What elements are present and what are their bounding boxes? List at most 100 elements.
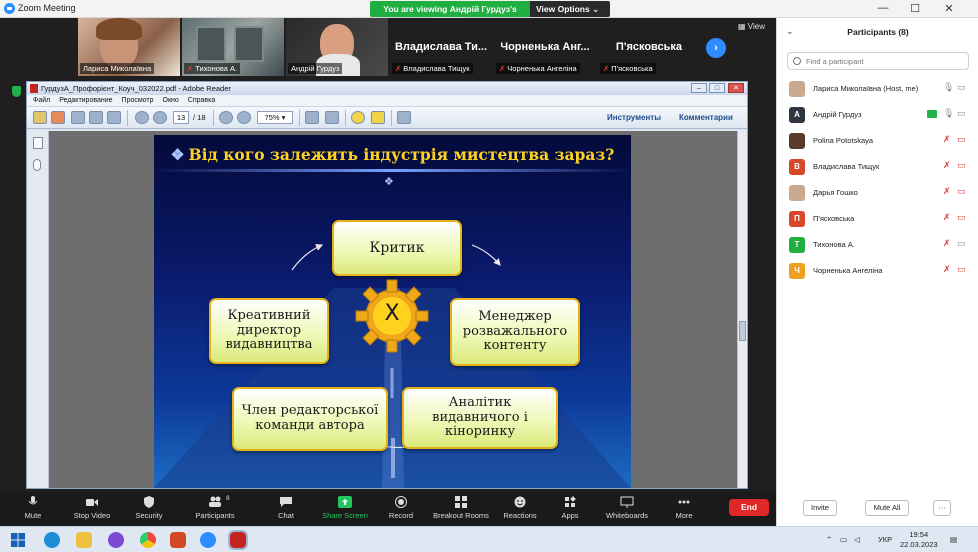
mute-all-button[interactable]: Mute All [865, 500, 909, 516]
prev-page-icon[interactable] [135, 111, 149, 124]
fit-width-icon[interactable] [325, 111, 339, 124]
print-icon[interactable] [89, 111, 103, 124]
end-meeting-button[interactable]: End [729, 499, 769, 516]
camera-off-icon[interactable]: ▭ [957, 212, 966, 223]
mic-on-icon[interactable]: 🎙 [943, 82, 954, 93]
scrollbar-thumb[interactable] [739, 321, 746, 341]
participant-row[interactable]: В Владислава Тищук ✗ ▭ [777, 154, 978, 180]
video-tile[interactable]: Владислава Ти... ✗ Владислава Тищук [390, 18, 492, 76]
comment-icon[interactable] [351, 111, 365, 124]
tray-chevron-icon[interactable]: ⌃ [826, 535, 832, 544]
close-window-button[interactable]: ✕ [934, 2, 964, 15]
menu-file[interactable]: Файл [33, 97, 50, 104]
video-tile[interactable]: Андрій Гурдуз [286, 18, 388, 76]
reader-minimize-button[interactable]: – [691, 83, 707, 93]
file-explorer-icon[interactable] [76, 532, 92, 548]
volume-icon[interactable]: ◁ [854, 535, 860, 544]
chat-button[interactable]: Chat [272, 496, 300, 520]
windows-start-icon[interactable] [10, 532, 26, 548]
video-tile[interactable]: ✗ Тихонова А. [182, 18, 284, 76]
keyboard-language[interactable]: УКР [878, 535, 892, 544]
adobe-reader-taskbar-icon[interactable] [228, 530, 248, 550]
attachment-icon[interactable] [33, 159, 41, 171]
view-layout-button[interactable]: ▦ View [738, 22, 765, 31]
mic-muted-icon[interactable]: ✗ [943, 186, 951, 197]
share-screen-button[interactable]: Share Screen [320, 496, 370, 520]
camera-on-icon[interactable]: ▭ [957, 82, 966, 93]
mute-button[interactable]: Mute [16, 496, 50, 520]
camera-off-icon[interactable]: ▭ [957, 264, 966, 275]
menu-window[interactable]: Окно [163, 97, 179, 104]
taskbar-clock[interactable]: 19:54 22.03.2023 [900, 530, 938, 550]
invite-button[interactable]: Invite [803, 500, 837, 516]
stop-video-button[interactable]: Stop Video [70, 496, 114, 520]
breakout-rooms-button[interactable]: Breakout Rooms [430, 496, 492, 520]
reactions-label: Reactions [503, 511, 537, 520]
maximize-button[interactable]: ☐ [900, 2, 930, 15]
email-icon[interactable] [107, 111, 121, 124]
zoom-in-icon[interactable] [237, 111, 251, 124]
security-button[interactable]: Security [132, 496, 166, 520]
fit-page-icon[interactable] [305, 111, 319, 124]
reader-maximize-button[interactable]: □ [709, 83, 725, 93]
camera-off-icon[interactable]: ▭ [957, 134, 966, 145]
reactions-button[interactable]: Reactions [502, 496, 538, 520]
mic-muted-icon[interactable]: ✗ [943, 212, 951, 223]
camera-off-icon[interactable]: ▭ [957, 160, 966, 171]
expand-icon[interactable] [397, 111, 411, 124]
participant-row[interactable]: Ч Чорненька Ангеліна ✗ ▭ [777, 258, 978, 284]
edge-browser-icon[interactable] [44, 532, 60, 548]
zoom-out-icon[interactable] [219, 111, 233, 124]
video-tile[interactable]: Лариса Миколаївна [78, 18, 180, 76]
view-options-button[interactable]: View Options ⌄ [530, 1, 610, 17]
zoom-app-icon[interactable] [200, 532, 216, 548]
open-folder-icon[interactable] [33, 111, 47, 124]
viber-icon[interactable] [108, 532, 124, 548]
encryption-shield-icon[interactable] [12, 86, 21, 97]
reader-close-button[interactable]: ✕ [728, 83, 744, 93]
notifications-icon[interactable]: ▤ [950, 535, 957, 544]
camera-on-icon[interactable]: ▭ [957, 108, 966, 119]
panel-more-button[interactable]: ··· [933, 500, 951, 516]
tools-link[interactable]: Инструменты [607, 113, 661, 122]
zoom-level-select[interactable]: 75% ▾ [257, 111, 293, 124]
camera-off-icon[interactable]: ▭ [957, 186, 966, 197]
network-icon[interactable]: ▭ [840, 535, 847, 544]
highlight-icon[interactable] [371, 111, 385, 124]
video-tile[interactable]: П'ясковська ✗ П'ясковська [598, 18, 700, 76]
participant-row[interactable]: А Андрій Гурдуз 🎙 ▭ [777, 102, 978, 128]
participant-search-input[interactable]: Find a participant [787, 52, 969, 70]
menu-help[interactable]: Справка [188, 97, 215, 104]
participant-row[interactable]: Т Тихонова А. ✗ ▭ [777, 232, 978, 258]
save-icon[interactable] [71, 111, 85, 124]
mic-muted-icon[interactable]: ✗ [943, 238, 951, 249]
camera-on-icon[interactable]: ▭ [957, 238, 966, 249]
menu-edit[interactable]: Редактирование [59, 97, 112, 104]
participant-row[interactable]: П П'ясковська ✗ ▭ [777, 206, 978, 232]
participant-row[interactable]: Polina Pototskaya ✗ ▭ [777, 128, 978, 154]
whiteboards-button[interactable]: Whiteboards [602, 496, 652, 520]
participants-button[interactable]: Participants 8 [192, 495, 238, 520]
participant-row[interactable]: Дарья Гошко ✗ ▭ [777, 180, 978, 206]
mic-muted-icon[interactable]: ✗ [943, 134, 951, 145]
apps-button[interactable]: Apps [556, 496, 584, 520]
minimize-button[interactable]: — [868, 2, 898, 14]
next-page-icon[interactable] [153, 111, 167, 124]
collapse-chevron-icon[interactable]: ⌄ [786, 26, 794, 37]
next-page-button[interactable]: › [706, 38, 726, 58]
participant-row[interactable]: Лариса Миколаївна (Host, me) 🎙 ▭ [777, 76, 978, 102]
page-number-input[interactable]: 13 [173, 111, 189, 124]
comments-link[interactable]: Комментарии [679, 113, 733, 122]
menu-view[interactable]: Просмотр [122, 97, 154, 104]
create-pdf-icon[interactable] [51, 111, 65, 124]
record-button[interactable]: Record [386, 496, 416, 520]
mic-muted-icon[interactable]: ✗ [943, 160, 951, 171]
mic-on-icon[interactable]: 🎙 [943, 108, 954, 119]
powerpoint-icon[interactable] [170, 532, 186, 548]
chrome-icon[interactable] [140, 532, 156, 548]
more-button[interactable]: More [670, 496, 698, 520]
vertical-scrollbar[interactable] [737, 131, 747, 488]
video-tile[interactable]: Чорненька Анг... ✗ Чорненька Ангеліна [494, 18, 596, 76]
pages-icon[interactable] [33, 137, 43, 149]
mic-muted-icon[interactable]: ✗ [943, 264, 951, 275]
